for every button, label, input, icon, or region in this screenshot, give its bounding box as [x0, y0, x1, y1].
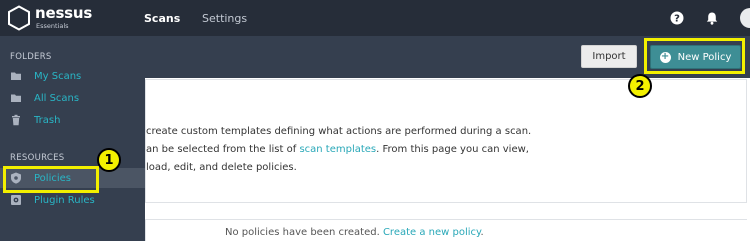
- trash-icon: [12, 114, 20, 126]
- callout-badge-1: 1: [97, 148, 121, 172]
- folder-icon: [11, 94, 21, 102]
- empty-state-row: No policies have been created. Create a …: [145, 219, 747, 241]
- resources-heading: RESOURCES: [10, 153, 65, 163]
- empty-state-text: No policies have been created. Create a …: [225, 227, 484, 238]
- policies-highlight: [3, 166, 99, 193]
- sidebar-item-my-scans[interactable]: My Scans: [0, 66, 145, 86]
- folders-heading: FOLDERS: [10, 52, 52, 62]
- info-line-3: load, edit, and delete policies.: [146, 162, 297, 173]
- callout-badge-2: 2: [628, 74, 652, 98]
- info-line-1: create custom templates defining what ac…: [146, 126, 532, 137]
- logo-name: nessus: [35, 4, 93, 23]
- policies-info-panel: create custom templates defining what ac…: [145, 79, 747, 203]
- sidebar-item-all-scans[interactable]: All Scans: [0, 88, 145, 108]
- import-button[interactable]: Import: [581, 45, 637, 68]
- scan-templates-link[interactable]: scan templates: [299, 144, 376, 155]
- sidebar-item-label: Trash: [34, 114, 61, 126]
- sidebar: FOLDERS My Scans All Scans Trash RESOURC…: [0, 36, 145, 241]
- avatar[interactable]: [740, 8, 750, 28]
- plugin-icon: [11, 195, 21, 205]
- new-policy-highlight: [644, 38, 745, 74]
- nessus-hexagon-icon: [8, 5, 30, 31]
- create-new-policy-link[interactable]: Create a new policy: [383, 227, 481, 238]
- folder-icon: [11, 72, 21, 80]
- bell-icon[interactable]: [705, 11, 719, 25]
- info-line-2: an be selected from the list of scan tem…: [146, 144, 529, 155]
- help-icon[interactable]: ?: [670, 11, 684, 25]
- sidebar-item-label: All Scans: [34, 92, 80, 104]
- sidebar-item-plugin-rules[interactable]: Plugin Rules: [0, 190, 145, 210]
- sidebar-item-label: Plugin Rules: [34, 194, 95, 206]
- svg-text:?: ?: [674, 14, 680, 25]
- tab-scans[interactable]: Scans: [144, 12, 180, 25]
- sidebar-item-label: My Scans: [34, 70, 82, 82]
- logo-edition: Essentials: [36, 22, 69, 31]
- tab-settings[interactable]: Settings: [202, 12, 247, 25]
- nessus-logo[interactable]: nessus Essentials: [7, 4, 92, 32]
- top-navbar: nessus Essentials Scans Settings ?: [0, 0, 750, 36]
- sidebar-item-trash[interactable]: Trash: [0, 110, 145, 130]
